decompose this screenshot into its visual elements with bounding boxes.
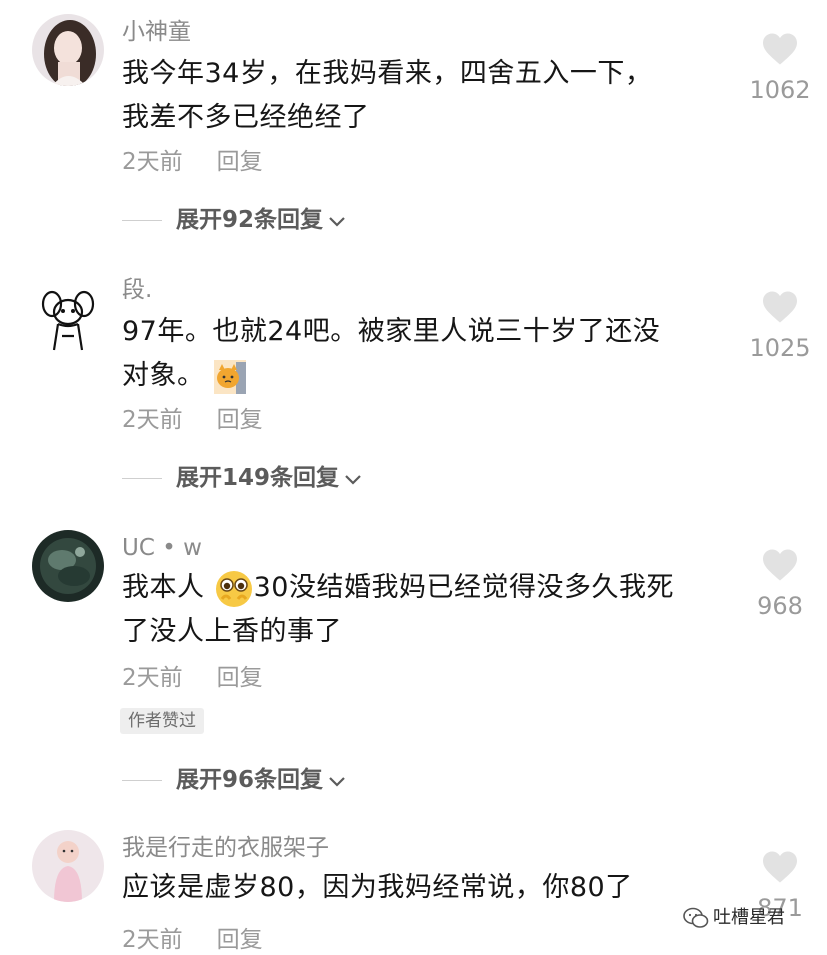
heart-icon	[763, 33, 797, 65]
comment-text-line: 应该是虚岁80，因为我妈经常说，你80了	[122, 872, 633, 903]
heart-icon	[763, 549, 797, 581]
expand-label: 展开149条回复	[176, 465, 340, 491]
username[interactable]: UC • w	[122, 534, 202, 562]
comment-text: 应该是虚岁80，因为我妈经常说，你80了	[122, 866, 732, 910]
like-button[interactable]: 1025	[740, 290, 820, 362]
expand-replies-button[interactable]: 展开149条回复	[122, 464, 363, 492]
reply-button[interactable]: 回复	[217, 927, 263, 953]
username[interactable]: 我是行走的衣服架子	[122, 834, 329, 862]
chevron-down-icon	[329, 776, 345, 787]
reply-button[interactable]: 回复	[217, 665, 263, 691]
comment-text: 我今年34岁，在我妈看来，四舍五入一下， 我差不多已经绝经了	[122, 52, 732, 140]
author-liked-badge: 作者赞过	[120, 708, 204, 734]
comment-text: 97年。也就24吧。被家里人说三十岁了还没 对象。	[122, 310, 732, 398]
comment-text-line: 我今年34岁，在我妈看来，四舍五入一下，	[122, 58, 653, 89]
avatar[interactable]	[32, 530, 104, 602]
comment-text: 我本人 30没结婚我妈已经觉得没多久我死 了没人上香的事了	[122, 566, 732, 654]
comment-text-line: 我本人 30没结婚我妈已经觉得没多久我死	[122, 566, 732, 610]
timestamp: 2天前	[122, 149, 183, 175]
expand-label: 展开96条回复	[176, 767, 324, 793]
pleading-face-emoji-icon	[215, 570, 252, 607]
timestamp: 2天前	[122, 665, 183, 691]
comment-text-fragment: 对象。	[122, 360, 205, 391]
avatar[interactable]	[32, 282, 104, 354]
like-button[interactable]: 968	[740, 548, 820, 620]
divider	[122, 220, 162, 221]
chevron-down-icon	[329, 216, 345, 227]
comment-text-fragment: 我本人	[122, 572, 205, 603]
comment-meta: 2天前 回复	[122, 664, 263, 692]
cat-emoji-icon	[213, 359, 246, 394]
divider	[122, 478, 162, 479]
comment-meta: 2天前 回复	[122, 926, 263, 954]
expand-label: 展开92条回复	[176, 207, 324, 233]
comment-meta: 2天前 回复	[122, 406, 263, 434]
comment-text-fragment: 30没结婚我妈已经觉得没多久我死	[253, 572, 674, 603]
wechat-icon	[683, 907, 709, 928]
like-button[interactable]: 1062	[740, 32, 820, 104]
comment-text-line: 了没人上香的事了	[122, 616, 342, 647]
expand-replies-button[interactable]: 展开92条回复	[122, 206, 347, 234]
like-count: 1062	[749, 76, 811, 104]
heart-icon	[763, 851, 797, 883]
like-count: 968	[757, 592, 803, 620]
watermark: 吐槽星君	[683, 906, 785, 930]
expand-replies-button[interactable]: 展开96条回复	[122, 766, 347, 794]
username[interactable]: 小神童	[122, 18, 191, 46]
avatar[interactable]	[32, 830, 104, 902]
avatar[interactable]	[32, 14, 104, 86]
reply-button[interactable]: 回复	[217, 407, 263, 433]
divider	[122, 780, 162, 781]
timestamp: 2天前	[122, 927, 183, 953]
username[interactable]: 段.	[122, 276, 152, 304]
comment-text-line: 97年。也就24吧。被家里人说三十岁了还没	[122, 316, 661, 347]
comment-meta: 2天前 回复	[122, 148, 263, 176]
heart-icon	[763, 291, 797, 323]
chevron-down-icon	[345, 474, 361, 485]
reply-button[interactable]: 回复	[217, 149, 263, 175]
like-count: 1025	[749, 334, 811, 362]
comment-text-line: 对象。	[122, 354, 732, 398]
comment-text-line: 我差不多已经绝经了	[122, 102, 370, 133]
watermark-label: 吐槽星君	[713, 907, 785, 928]
timestamp: 2天前	[122, 407, 183, 433]
